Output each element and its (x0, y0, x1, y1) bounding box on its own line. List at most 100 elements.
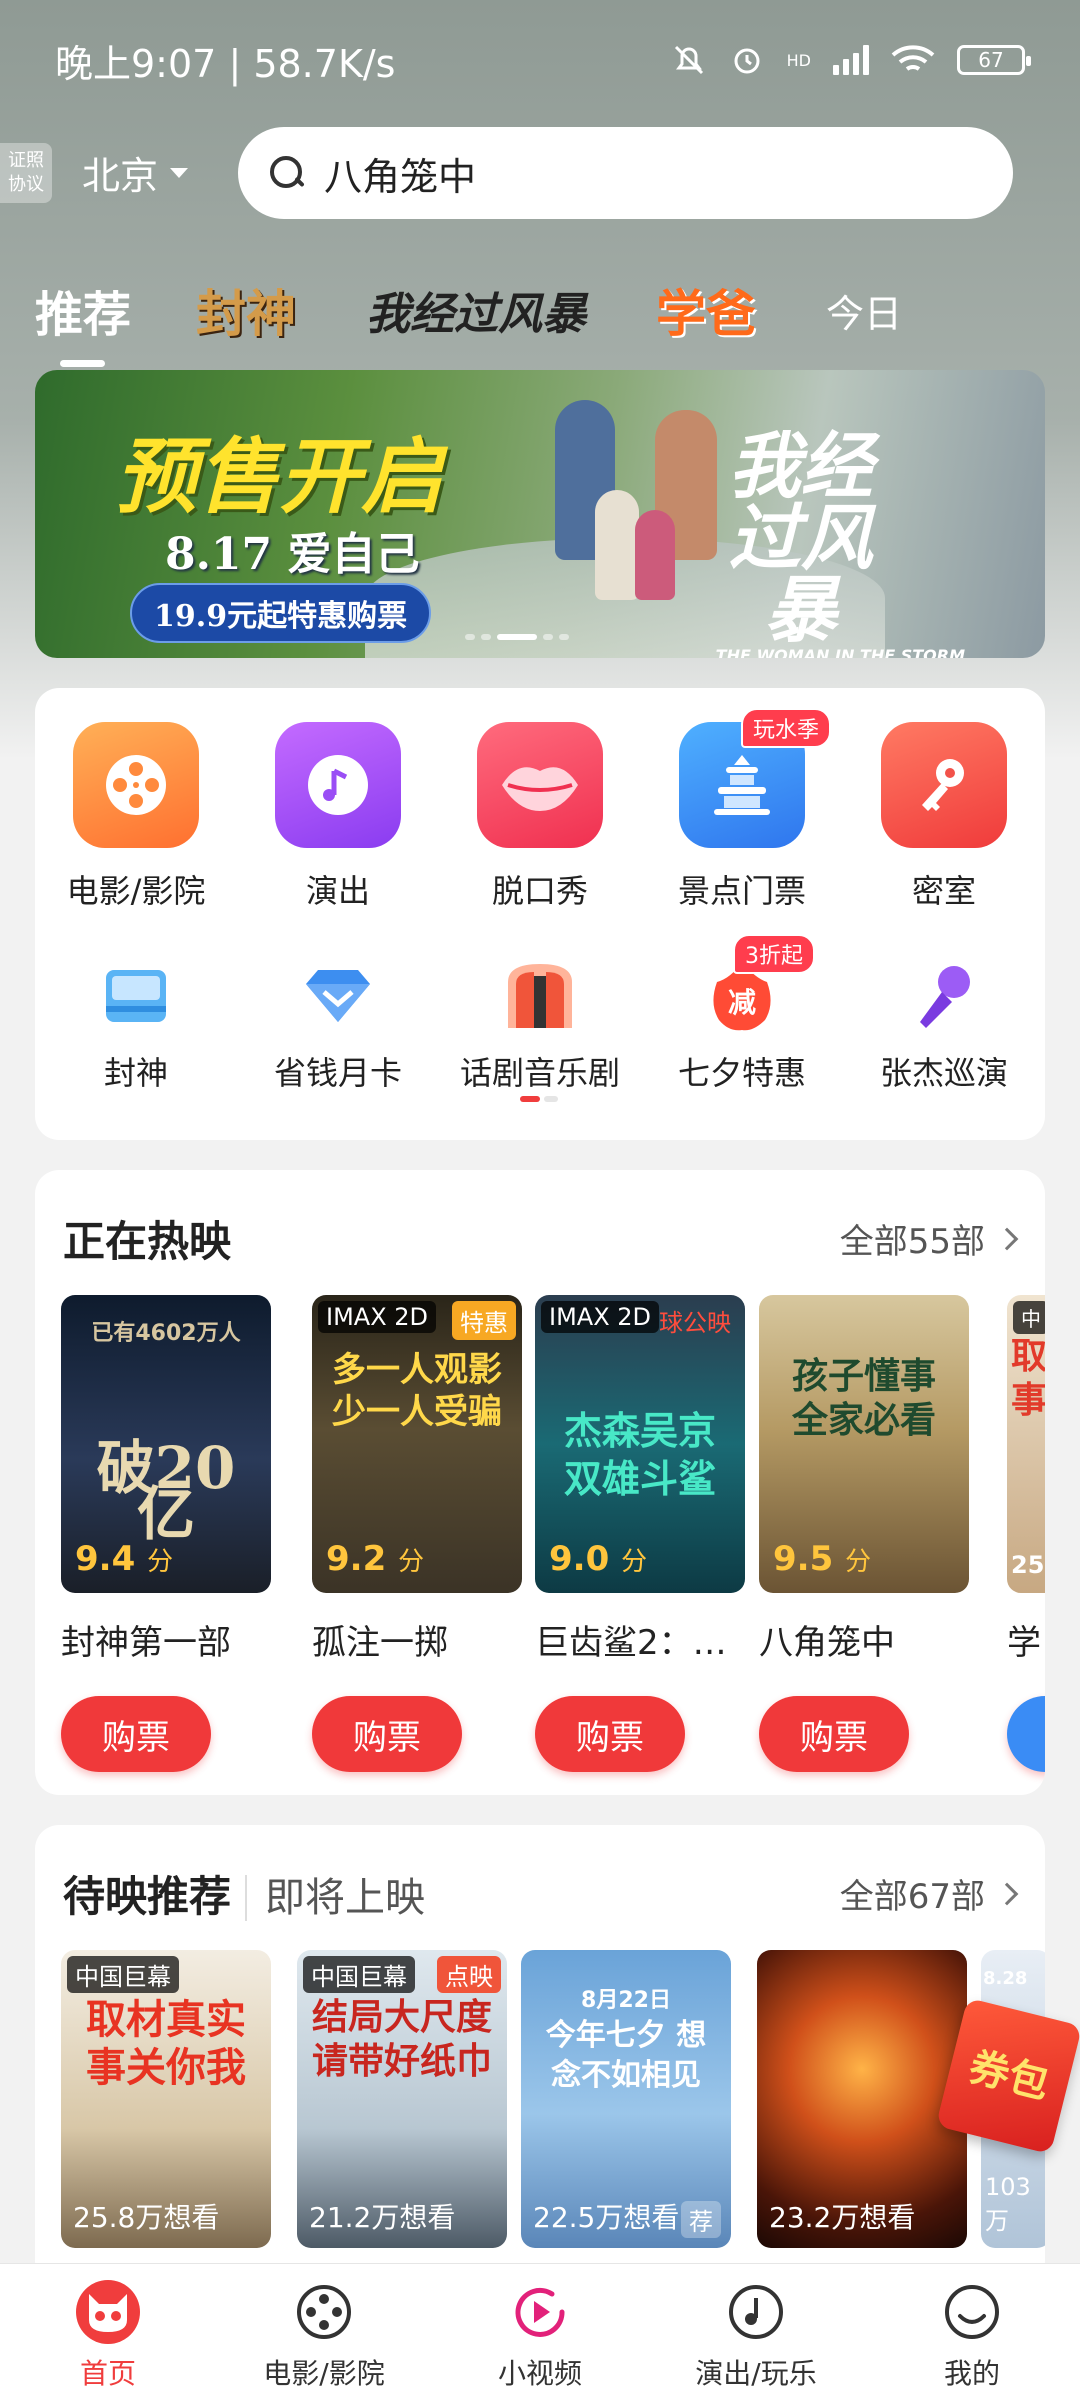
recommend-tag: 荐 (681, 2201, 721, 2238)
grid-pagination (520, 1096, 558, 1102)
giant-screen-tag: 中国巨幕 (67, 1956, 179, 1993)
signal-icon (833, 45, 869, 75)
movie-poster: 中 取事 25 (1007, 1295, 1045, 1593)
status-time: 晚上9:07 (55, 41, 217, 86)
nav-profile[interactable]: 我的 (864, 2264, 1080, 2400)
svg-text:减: 减 (728, 986, 756, 1019)
service-talkshow[interactable]: 脱口秀 (439, 722, 641, 912)
fengshen-icon (98, 958, 174, 1034)
music-note-icon (275, 722, 401, 848)
status-icons: HD 67 (671, 42, 1031, 78)
chevron-down-icon (170, 167, 189, 178)
movie-title: 封神第一部 (61, 1623, 231, 1663)
upcoming-movie-card[interactable]: 8月22日 今年七夕 想念不如相见 22.5万想看 荐 (521, 1950, 731, 2248)
section-title: 正在热映 (63, 1217, 232, 1266)
key-icon (881, 722, 1007, 848)
banner-movie-logo: 我经过风暴 THE WOMAN IN THE STORM (715, 424, 965, 658)
nav-home[interactable]: 首页 (0, 2264, 216, 2400)
movie-score: 9.5 分 (773, 1539, 872, 1579)
curtain-icon (502, 958, 578, 1034)
chevron-right-icon (995, 1882, 1019, 1905)
service-attraction[interactable]: 景点门票 玩水季 (641, 708, 843, 912)
movie-poster: 孩子懂事 全家必看 9.5 分 (759, 1295, 969, 1593)
upcoming-movie-card[interactable]: 23.2万想看 (757, 1950, 967, 2248)
service-qixi-deal[interactable]: 减 七夕特惠 3折起 (641, 934, 843, 1094)
music-disc-icon (724, 2280, 788, 2344)
movie-card[interactable]: 已有4602万人 破20亿 9.4 分 封神第一部 购票 (61, 1295, 271, 1772)
upcoming-movie-card[interactable]: 中国巨幕 点映 结局大尺度 请带好纸巾 21.2万想看 (297, 1950, 507, 2248)
service-monthly-card[interactable]: 省钱月卡 (237, 958, 439, 1094)
status-speed: 58.7K/s (253, 41, 396, 86)
city-selector[interactable]: 北京 (82, 145, 189, 200)
tab-xuezhang[interactable]: 学爸 (656, 274, 756, 346)
promo-banner[interactable]: 预售开启 8.17 爱自己 19.9元起特惠购票 我经过风暴 THE WOMAN… (35, 370, 1045, 658)
nav-shows[interactable]: 演出/玩乐 (648, 2264, 864, 2400)
buy-ticket-button[interactable]: 购票 (535, 1696, 685, 1772)
giant-screen-tag: 中国巨幕 (303, 1956, 415, 1993)
banner-price-button[interactable]: 19.9元起特惠购票 (130, 583, 432, 643)
service-badge: 玩水季 (740, 708, 831, 748)
want-count: 22.5万想看 (533, 2201, 680, 2234)
service-row-2: 封神 省钱月卡 话剧音乐剧 减 七夕特惠 3折起 张杰巡演 (35, 934, 1045, 1094)
status-bar: 晚上9:07 | 58.7K/s HD 67 (0, 0, 1080, 120)
service-escape-room[interactable]: 密室 (843, 722, 1045, 912)
service-show[interactable]: 演出 (237, 722, 439, 912)
buy-ticket-button[interactable]: 购票 (759, 1696, 909, 1772)
movie-poster: IMAX 2D 特惠 多一人观影 少一人受骗 9.2 分 (312, 1295, 522, 1593)
movie-score: 9.4 分 (75, 1539, 174, 1579)
service-zhangjie-tour[interactable]: 张杰巡演 (843, 958, 1045, 1094)
nav-short-video[interactable]: 小视频 (432, 2264, 648, 2400)
play-icon (508, 2280, 572, 2344)
category-tabs: 推荐 封神 我经过风暴 学爸 今日 (35, 265, 902, 367)
alarm-icon (734, 48, 760, 74)
tab-today[interactable]: 今日 (826, 283, 902, 338)
movie-poster: 中国巨幕 点映 结局大尺度 请带好纸巾 21.2万想看 (297, 1950, 507, 2248)
wifi-icon (891, 45, 935, 71)
want-count: 23.2万想看 (769, 2201, 916, 2234)
tab-recommend[interactable]: 推荐 (35, 275, 131, 367)
diamond-icon (300, 958, 376, 1034)
movie-poster: 8月22日 今年七夕 想念不如相见 22.5万想看 荐 (521, 1950, 731, 2248)
buy-ticket-button[interactable]: 购票 (312, 1696, 462, 1772)
buy-ticket-button[interactable]: 购票 (61, 1696, 211, 1772)
want-count: 21.2万想看 (309, 2201, 456, 2234)
see-all-link[interactable]: 全部67部 (840, 1869, 1019, 1918)
movie-title: 八角笼中 (759, 1623, 895, 1663)
lips-icon (477, 722, 603, 848)
movie-title: 学 (1007, 1623, 1041, 1663)
movie-score: 9.2 分 (326, 1539, 425, 1579)
movie-card[interactable]: 孩子懂事 全家必看 9.5 分 八角笼中 购票 (759, 1295, 969, 1772)
see-all-link[interactable]: 全部55部 (840, 1214, 1019, 1263)
service-drama[interactable]: 话剧音乐剧 (439, 958, 641, 1094)
license-link[interactable]: 证照 协议 (0, 142, 52, 203)
buy-ticket-button[interactable] (1007, 1696, 1045, 1772)
service-movie[interactable]: 电影/影院 (35, 722, 237, 912)
service-row-1: 电影/影院 演出 脱口秀 景点门票 玩水季 密室 (35, 708, 1045, 912)
nav-movie[interactable]: 电影/影院 (216, 2264, 432, 2400)
upcoming-movie-card[interactable]: 中国巨幕 取材真实 事关你我 25.8万想看 (61, 1950, 271, 2248)
movie-card[interactable]: IMAX 2D 特惠 多一人观影 少一人受骗 9.2 分 孤注一掷 购票 (312, 1295, 522, 1772)
release-tag: 球公映 (659, 1309, 731, 1337)
tab-storm[interactable]: 我经过风暴 (366, 278, 586, 342)
movie-poster: 23.2万想看 (757, 1950, 967, 2248)
movie-title: 孤注一掷 (312, 1623, 448, 1663)
sale-tag: 特惠 (452, 1301, 516, 1340)
bottom-nav: 首页 电影/影院 小视频 演出/玩乐 我的 (0, 2263, 1080, 2400)
upcoming-subtitle[interactable]: 即将上映 (245, 1875, 426, 1921)
movie-card[interactable]: 中 取事 25 学 (1007, 1295, 1045, 1772)
imax-tag: IMAX 2D (318, 1301, 437, 1333)
hd-label: HD (786, 50, 811, 70)
imax-tag: IMAX 2D (541, 1301, 660, 1333)
tab-fengshen[interactable]: 封神 (196, 274, 296, 346)
movie-card[interactable]: IMAX 2D 球公映 杰森吴京 双雄斗鲨 9.0 分 巨齿鲨2：… 购票 (535, 1295, 745, 1772)
service-fengshen[interactable]: 封神 (35, 958, 237, 1094)
chevron-right-icon (995, 1227, 1019, 1250)
city-name: 北京 (82, 154, 159, 198)
section-title: 待映推荐 即将上映 (63, 1872, 426, 1921)
mute-bell-icon (674, 45, 703, 75)
movie-score: 9.0 分 (549, 1539, 648, 1579)
search-input[interactable]: 八角笼中 (324, 146, 476, 201)
banner-title: 预售开启 (115, 430, 443, 525)
movie-poster: 中国巨幕 取材真实 事关你我 25.8万想看 (61, 1950, 271, 2248)
search-bar[interactable]: 八角笼中 (238, 127, 1013, 219)
